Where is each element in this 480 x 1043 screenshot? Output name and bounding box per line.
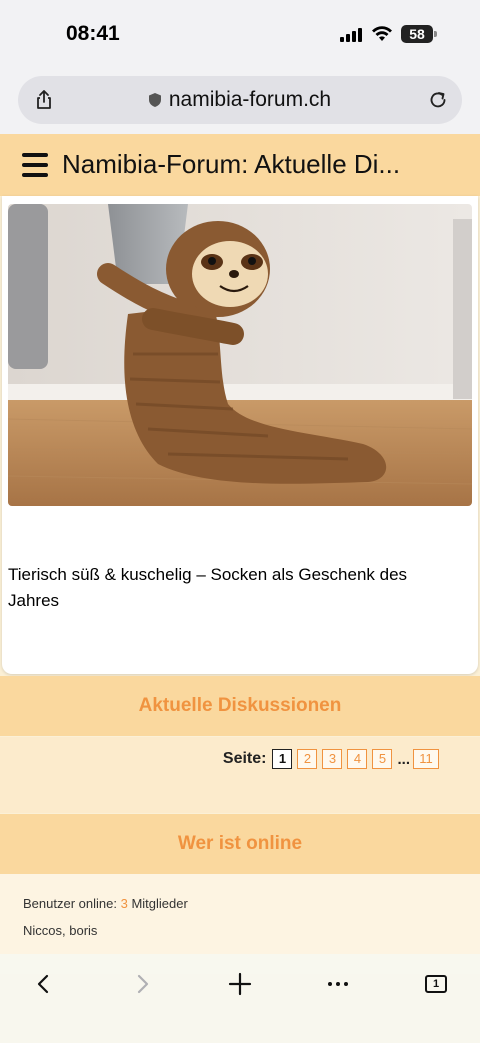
page-link-current[interactable]: 1: [272, 749, 293, 769]
status-time: 08:41: [66, 22, 120, 45]
tabs-button[interactable]: 1: [423, 970, 451, 998]
pager-label: Seite:: [222, 750, 267, 767]
article-title[interactable]: Tierisch süß & kuschelig – Socken als Ge…: [8, 562, 438, 614]
wifi-icon: [372, 26, 392, 41]
reload-icon[interactable]: [426, 88, 450, 112]
browser-address-area: namibia-forum.ch: [0, 70, 480, 134]
tabs-icon: 1: [425, 975, 447, 993]
online-count: 3: [120, 896, 128, 911]
pager-ellipsis: ...: [397, 750, 410, 768]
page-link[interactable]: 4: [347, 749, 368, 769]
address-bar[interactable]: namibia-forum.ch: [18, 76, 462, 124]
browser-toolbar: 1: [0, 954, 480, 1043]
article-card[interactable]: Tierisch süß & kuschelig – Socken als Ge…: [2, 196, 478, 674]
pagination: Seite: 1 2 3 4 5 ... 11: [223, 749, 444, 769]
menu-icon[interactable]: [22, 153, 48, 177]
online-heading: Wer ist online: [0, 814, 480, 874]
site-header: Namibia-Forum: Aktuelle Di...: [0, 134, 480, 196]
forward-icon[interactable]: [128, 970, 156, 998]
page-link[interactable]: 3: [322, 749, 343, 769]
battery-icon: 58: [401, 25, 437, 43]
page-link[interactable]: 5: [372, 749, 393, 769]
page-link[interactable]: 2: [297, 749, 318, 769]
site-title[interactable]: Namibia-Forum: Aktuelle Di...: [62, 149, 400, 180]
url-text: namibia-forum.ch: [168, 88, 332, 111]
cellular-signal-icon: [340, 28, 364, 42]
shield-icon: [148, 93, 161, 107]
online-suffix: Mitglieder: [131, 896, 188, 911]
more-icon[interactable]: [324, 970, 352, 998]
online-prefix: Benutzer online:: [23, 896, 117, 911]
article-image[interactable]: [8, 204, 472, 506]
new-tab-icon[interactable]: [226, 970, 254, 998]
back-icon[interactable]: [30, 970, 58, 998]
url-display[interactable]: namibia-forum.ch: [18, 76, 462, 124]
online-members[interactable]: Niccos, boris: [23, 923, 97, 938]
online-summary: Benutzer online: 3 Mitglieder: [23, 896, 188, 911]
page-link-last[interactable]: 11: [413, 749, 439, 769]
pagination-row: Seite: 1 2 3 4 5 ... 11: [0, 737, 480, 813]
discussions-heading: Aktuelle Diskussionen: [0, 676, 480, 736]
status-bar: 08:41 58: [0, 0, 480, 70]
